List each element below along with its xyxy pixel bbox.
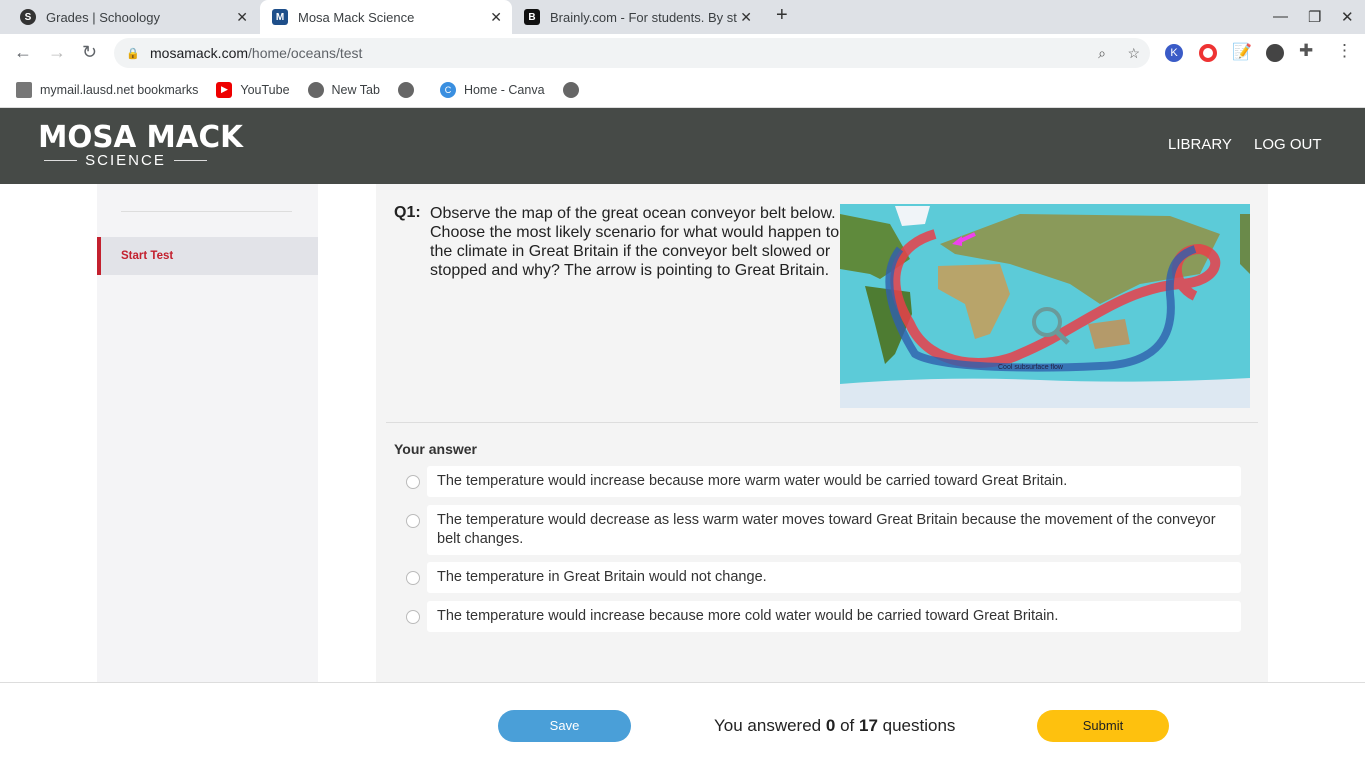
bookmark-globe[interactable] (397, 81, 422, 98)
close-icon[interactable]: ✕ (490, 9, 502, 26)
folder-icon (16, 81, 32, 98)
star-icon[interactable]: ☆ (1127, 45, 1140, 62)
menu-icon[interactable]: ⋮ (1336, 41, 1353, 61)
footer-bar: Save You answered 0 of 17 questions Subm… (0, 682, 1365, 768)
option-2[interactable]: The temperature would decrease as less w… (427, 505, 1241, 555)
globe-icon (397, 81, 414, 98)
answered-count: 0 (825, 716, 836, 735)
extensions-puzzle-icon[interactable]: ✚ (1299, 41, 1313, 61)
sidebar: Start Test (97, 184, 318, 682)
progress-text: You answered 0 of 17 questions (714, 716, 955, 736)
option-radio-3[interactable] (406, 571, 420, 585)
lock-icon: 🔒 (126, 47, 140, 60)
extension-color-icon[interactable] (1199, 44, 1217, 62)
mosa-mack-icon: M (272, 9, 288, 25)
globe-icon (562, 81, 579, 98)
close-icon[interactable]: ✕ (236, 9, 248, 26)
bookmark-label: Home - Canva (463, 82, 545, 97)
restore-icon[interactable]: ❐ (1308, 8, 1321, 26)
logout-link[interactable]: LOG OUT (1254, 136, 1322, 153)
bookmark-canva[interactable]: C Home - Canva (439, 81, 545, 98)
option-4[interactable]: The temperature would increase because m… (427, 601, 1241, 632)
address-bar: ← → ↻ 🔒 mosamack.com/home/oceans/test ⌕ … (0, 34, 1365, 72)
submit-button[interactable]: Submit (1037, 710, 1169, 742)
tab-bar: S Grades | Schoology ✕ M Mosa Mack Scien… (0, 0, 1365, 34)
bookmark-label: mymail.lausd.net bookmarks (40, 82, 199, 97)
tab-title: Grades | Schoology (46, 9, 160, 25)
youtube-icon: ▶ (216, 81, 233, 98)
url-input[interactable]: 🔒 mosamack.com/home/oceans/test ⌕ ☆ (114, 38, 1150, 68)
bookmark-folder[interactable]: mymail.lausd.net bookmarks (16, 81, 199, 98)
tab-mosa-mack[interactable]: M Mosa Mack Science ✕ (260, 0, 512, 34)
zoom-icon[interactable]: ⌕ (1098, 45, 1106, 62)
extension-shield-icon[interactable] (1266, 44, 1284, 62)
option-radio-2[interactable] (406, 514, 420, 528)
sidebar-item-start-test[interactable]: Start Test (97, 237, 318, 275)
url-path: /home/oceans/test (248, 45, 363, 61)
logo[interactable]: MOSA MACK (38, 120, 243, 155)
question-text: Observe the map of the great ocean conve… (430, 205, 840, 279)
option-1[interactable]: The temperature would increase because m… (427, 466, 1241, 497)
extension-k-icon[interactable]: K (1165, 44, 1183, 62)
logo-science: SCIENCE (85, 152, 166, 169)
schoology-icon: S (20, 9, 36, 25)
total-count: 17 (858, 716, 878, 735)
minimize-icon[interactable]: — (1273, 8, 1288, 25)
question-number: Q1: (394, 204, 421, 221)
globe-icon (307, 81, 324, 98)
progress-prefix: You answered (714, 716, 822, 735)
library-link[interactable]: LIBRARY (1168, 136, 1232, 153)
forward-icon[interactable]: → (48, 42, 66, 63)
map-label-cool-subsurface-flow: Cool subsurface flow (998, 364, 1064, 371)
url-host: mosamack.com (150, 45, 249, 61)
back-icon[interactable]: ← (14, 42, 32, 63)
ocean-conveyor-map[interactable]: Cool subsurface flow (840, 204, 1250, 408)
bookmark-globe[interactable] (562, 81, 587, 98)
option-radio-4[interactable] (406, 610, 420, 624)
sidebar-divider (121, 211, 292, 212)
close-icon[interactable]: ✕ (740, 9, 752, 26)
logo-subtitle: SCIENCE (44, 152, 207, 169)
canva-icon: C (439, 81, 456, 98)
window-close-icon[interactable]: ✕ (1341, 8, 1354, 26)
bookmark-new-tab[interactable]: New Tab (307, 81, 380, 98)
brainly-icon: B (524, 9, 540, 25)
tab-schoology[interactable]: S Grades | Schoology ✕ (8, 0, 258, 34)
site-header: MOSA MACK SCIENCE LIBRARY LOG OUT (0, 108, 1365, 184)
reload-icon[interactable]: ↻ (82, 42, 97, 63)
tab-brainly[interactable]: B Brainly.com - For students. By st ✕ (512, 0, 762, 34)
bookmark-label: YouTube (240, 82, 290, 97)
option-radio-1[interactable] (406, 475, 420, 489)
tab-title: Brainly.com - For students. By st (550, 9, 737, 25)
bookmark-label: New Tab (331, 82, 380, 97)
tab-title: Mosa Mack Science (298, 9, 415, 25)
progress-of: of (840, 716, 855, 735)
option-3[interactable]: The temperature in Great Britain would n… (427, 562, 1241, 593)
your-answer-label: Your answer (394, 441, 477, 457)
question-panel: Q1: Observe the map of the great ocean c… (376, 184, 1268, 682)
extension-notes-icon[interactable]: 📝 (1232, 42, 1252, 62)
progress-suffix: questions (882, 716, 956, 735)
bookmarks-bar: mymail.lausd.net bookmarks ▶ YouTube New … (0, 72, 1365, 108)
divider (386, 422, 1258, 423)
save-button[interactable]: Save (498, 710, 631, 742)
new-tab-icon[interactable]: + (776, 4, 788, 27)
bookmark-youtube[interactable]: ▶ YouTube (216, 81, 290, 98)
